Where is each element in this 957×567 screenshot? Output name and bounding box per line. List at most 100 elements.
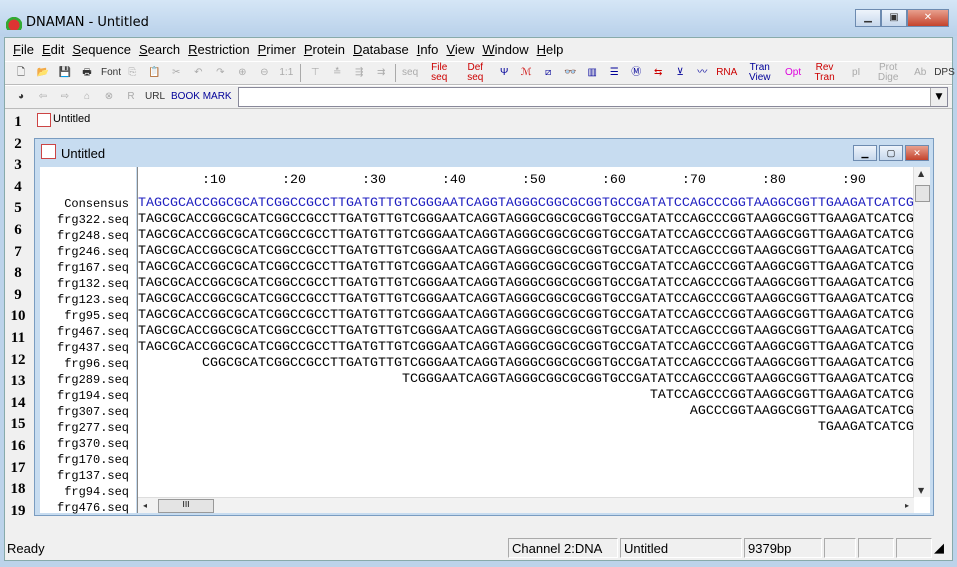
font-button[interactable]: Font <box>101 68 121 78</box>
rna-button[interactable]: RNA <box>716 68 737 78</box>
list-icon[interactable]: ☰ <box>606 68 622 78</box>
dps-button[interactable]: DPS <box>934 68 955 78</box>
sequence-pane[interactable]: ▲ ▼ ◂ III ▸ :10 :20 :30 :40 :50 :60 :70 … <box>137 167 930 513</box>
child-close-button[interactable]: ✕ <box>905 145 929 161</box>
sequence-name[interactable]: frg96.seq <box>64 357 129 371</box>
url-input[interactable]: ▼ <box>237 87 948 107</box>
menu-sequence[interactable]: Sequence <box>70 38 137 60</box>
url-button[interactable]: URL <box>145 92 165 102</box>
globe-icon[interactable]: ◕ <box>13 92 29 102</box>
file-seq-button[interactable]: File seq <box>424 63 454 83</box>
sequence-name[interactable]: frg137.seq <box>57 469 129 483</box>
menu-edit[interactable]: Edit <box>40 38 70 60</box>
sequence-name[interactable]: frg170.seq <box>57 453 129 467</box>
align-icon-2[interactable]: ≛ <box>329 68 345 78</box>
zoom-in-icon[interactable]: ⊕ <box>234 68 250 78</box>
sequence-name[interactable]: frg246.seq <box>57 245 129 259</box>
menu-window[interactable]: Window <box>480 38 534 60</box>
back-icon[interactable]: ⇦ <box>35 92 51 102</box>
sequence-name[interactable]: frg322.seq <box>57 213 129 227</box>
horizontal-scroll-thumb[interactable]: III <box>158 499 214 513</box>
zoom-reset-button[interactable]: 1:1 <box>278 68 294 78</box>
align-icon-4[interactable]: ⇉ <box>373 68 389 78</box>
status-length: 9379bp <box>744 538 822 558</box>
new-icon[interactable]: 🗋 <box>13 68 29 78</box>
save-icon[interactable]: 💾 <box>57 68 73 78</box>
sequence-name[interactable]: frg123.seq <box>57 293 129 307</box>
horizontal-scrollbar[interactable]: ◂ III ▸ <box>138 497 914 513</box>
print-icon[interactable]: 🖶 <box>79 68 95 78</box>
map-icon[interactable]: ▥ <box>584 68 600 78</box>
graph-icon[interactable]: 〰 <box>694 68 710 78</box>
align-icon-3[interactable]: ⇶ <box>351 68 367 78</box>
minimize-button[interactable]: ▁ <box>855 9 881 27</box>
scroll-right-icon[interactable]: ▸ <box>905 501 909 510</box>
vertical-scrollbar[interactable]: ▲ ▼ <box>913 167 930 497</box>
rev-tran-button[interactable]: Rev Tran <box>807 63 842 83</box>
menu-help[interactable]: Help <box>535 38 570 60</box>
alignment-window: Untitled ▁ ▢ ✕ Consensus frg322.seq frg248… <box>34 138 934 516</box>
menu-view[interactable]: View <box>444 38 480 60</box>
insert-icon[interactable]: ⊻ <box>672 68 688 78</box>
pi-button[interactable]: pI <box>848 68 864 78</box>
opt-button[interactable]: Opt <box>785 68 801 78</box>
sequence-name[interactable]: frg95.seq <box>64 309 129 323</box>
menu-protein[interactable]: Protein <box>302 38 351 60</box>
align-icon-1[interactable]: ⊤ <box>307 68 323 78</box>
sequence-name[interactable]: frg307.seq <box>57 405 129 419</box>
sequence-name[interactable]: frg467.seq <box>57 325 129 339</box>
sequence-name[interactable]: frg476.seq <box>57 501 129 515</box>
scroll-up-icon[interactable]: ▲ <box>918 169 924 178</box>
copy-icon[interactable]: ⎘ <box>124 68 140 78</box>
menu-file[interactable]: File <box>11 38 40 60</box>
redo-icon[interactable]: ↷ <box>212 68 228 78</box>
bookmark-button[interactable]: BOOK MARK <box>171 92 232 102</box>
restriction-icon[interactable]: Ψ <box>496 68 512 78</box>
seq-button[interactable]: seq <box>402 68 418 78</box>
cut-icon[interactable]: ✂ <box>168 68 184 78</box>
ab-button[interactable]: Ab <box>912 68 928 78</box>
tran-view-button[interactable]: Tran View <box>740 63 779 83</box>
sequence-name[interactable]: frg248.seq <box>57 229 129 243</box>
toolbar-separator <box>300 64 302 82</box>
paste-icon[interactable]: 📋 <box>146 68 162 78</box>
url-dropdown-icon[interactable]: ▼ <box>930 88 947 106</box>
m-icon[interactable]: Ⓜ <box>628 68 644 78</box>
open-icon[interactable]: 📂 <box>35 68 51 78</box>
sequence-name[interactable]: frg94.seq <box>64 485 129 499</box>
arrows-icon[interactable]: ⇆ <box>650 68 666 78</box>
menu-info[interactable]: Info <box>415 38 445 60</box>
restriction-map-icon[interactable]: ℳ <box>518 68 534 78</box>
home-icon[interactable]: ⌂ <box>79 92 95 102</box>
def-seq-button[interactable]: Def seq <box>460 63 490 83</box>
menu-restriction[interactable]: Restriction <box>186 38 255 60</box>
undo-icon[interactable]: ↶ <box>190 68 206 78</box>
mdi-tab-untitled[interactable]: Untitled <box>33 110 113 130</box>
refresh-button[interactable]: R <box>123 92 139 102</box>
vertical-scroll-thumb[interactable] <box>915 185 930 202</box>
sequence-name[interactable]: frg370.seq <box>57 437 129 451</box>
dotplot-icon[interactable]: ⧄ <box>540 68 556 78</box>
child-maximize-button[interactable]: ▢ <box>879 145 903 161</box>
sequence-name[interactable]: frg194.seq <box>57 389 129 403</box>
child-minimize-button[interactable]: ▁ <box>853 145 877 161</box>
menu-search[interactable]: Search <box>137 38 186 60</box>
stop-icon[interactable]: ⊗ <box>101 92 117 102</box>
resize-grip-icon[interactable]: ◢ <box>934 540 952 556</box>
sequence-name[interactable]: frg289.seq <box>57 373 129 387</box>
menu-primer[interactable]: Primer <box>256 38 302 60</box>
close-button[interactable]: ✕ <box>907 9 949 27</box>
binoculars-icon[interactable]: 👓 <box>562 68 578 78</box>
scroll-down-icon[interactable]: ▼ <box>918 486 924 495</box>
sequence-name[interactable]: frg277.seq <box>57 421 129 435</box>
scroll-left-icon[interactable]: ◂ <box>143 501 147 510</box>
prot-dige-button[interactable]: Prot Dige <box>870 63 906 83</box>
menu-database[interactable]: Database <box>351 38 415 60</box>
sequence-name[interactable]: frg437.seq <box>57 341 129 355</box>
sequence-name[interactable]: frg132.seq <box>57 277 129 291</box>
maximize-button[interactable]: ▣ <box>881 9 907 27</box>
sequence-name[interactable]: frg167.seq <box>57 261 129 275</box>
status-cell-empty <box>896 538 932 558</box>
zoom-out-icon[interactable]: ⊖ <box>256 68 272 78</box>
forward-icon[interactable]: ⇨ <box>57 92 73 102</box>
